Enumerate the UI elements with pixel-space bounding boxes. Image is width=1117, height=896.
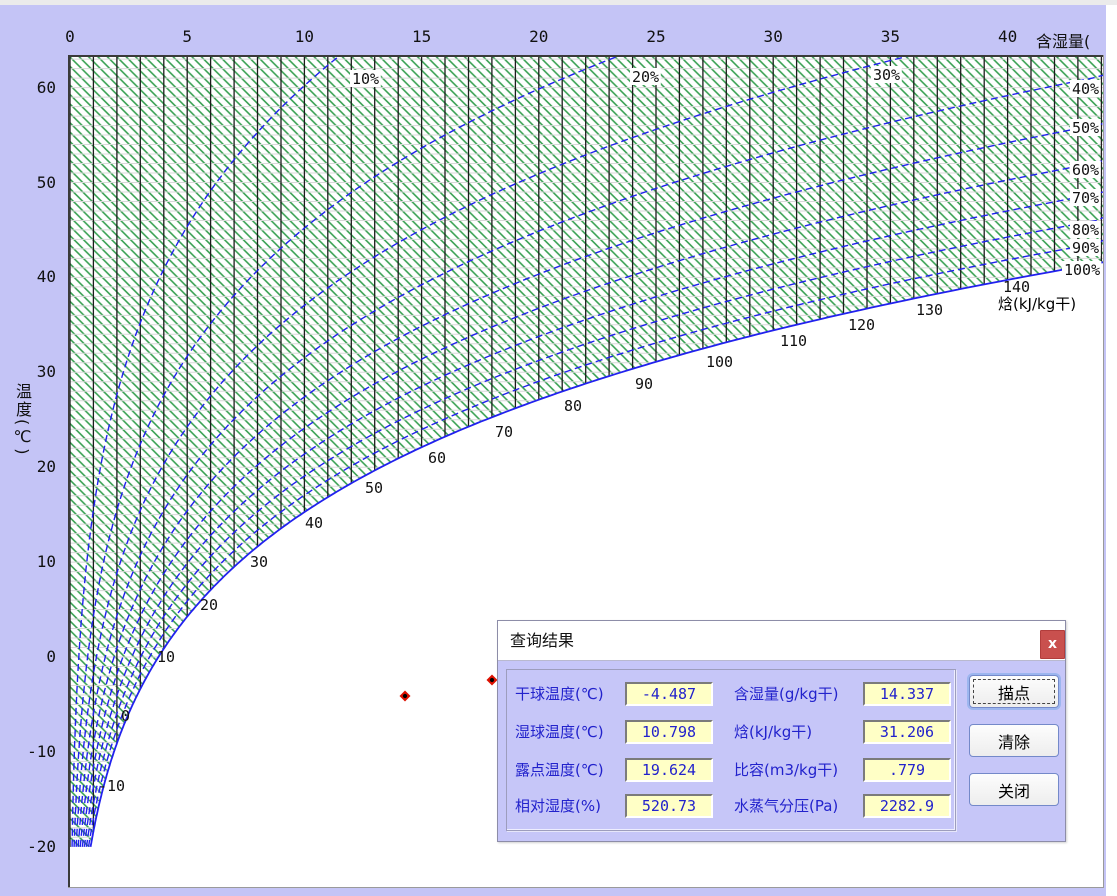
- close-button[interactable]: 关闭: [969, 773, 1059, 806]
- y-tick-label: 20: [4, 457, 56, 476]
- enthalpy-label: 70: [495, 423, 513, 441]
- value-dry-bulb[interactable]: -4.487: [625, 682, 713, 706]
- psychrometric-app-window: { "window": { "background_color": "#c4c4…: [0, 0, 1117, 896]
- rh-label: 80%: [1072, 221, 1099, 239]
- value-relative-humidity[interactable]: 520.73: [625, 794, 713, 818]
- y-tick-label: 40: [4, 267, 56, 286]
- label-vapor-pressure: 水蒸气分压(Pa): [734, 794, 838, 818]
- value-dew-point[interactable]: 19.624: [625, 758, 713, 782]
- enthalpy-label: 100: [706, 353, 733, 371]
- plotted-point-marker: [400, 691, 411, 702]
- enthalpy-label: 20: [200, 596, 218, 614]
- x-axis-header: 含湿量( 0 5 10 15 20 25 30 35 40: [0, 5, 1106, 55]
- close-icon[interactable]: x: [1040, 630, 1065, 659]
- x-tick-label: 20: [529, 27, 548, 46]
- rh-label: 10%: [352, 70, 379, 88]
- x-tick-label: 10: [295, 27, 314, 46]
- enthalpy-label: 30: [250, 553, 268, 571]
- value-vapor-pressure[interactable]: 2282.9: [863, 794, 951, 818]
- x-tick-label: 5: [182, 27, 192, 46]
- enthalpy-label: 50: [365, 479, 383, 497]
- value-enthalpy[interactable]: 31.206: [863, 720, 951, 744]
- x-axis-title: 含湿量(: [1036, 28, 1090, 52]
- dialog-title: 查询结果: [510, 621, 574, 660]
- label-wet-bulb: 湿球温度(℃): [515, 720, 604, 744]
- enthalpy-label: 110: [780, 332, 807, 350]
- enthalpy-label: 140: [1003, 278, 1030, 296]
- rh-label: 100%: [1064, 261, 1100, 279]
- enthalpy-axis-label: 焓(kJ/kg干): [998, 295, 1076, 313]
- value-wet-bulb[interactable]: 10.798: [625, 720, 713, 744]
- x-tick-label: 30: [764, 27, 783, 46]
- enthalpy-label: -10: [98, 777, 125, 795]
- clear-button[interactable]: 清除: [969, 724, 1059, 757]
- value-specific-volume[interactable]: .779: [863, 758, 951, 782]
- rh-label: 70%: [1072, 189, 1099, 207]
- x-tick-label: 35: [881, 27, 900, 46]
- x-tick-label: 0: [65, 27, 75, 46]
- plot-point-button[interactable]: 描点: [969, 675, 1059, 708]
- y-tick-label: -20: [4, 837, 56, 856]
- enthalpy-label: 10: [157, 648, 175, 666]
- query-result-dialog: 查询结果 x 干球温度(℃) -4.487 湿球温度(℃) 10.798 露点温…: [497, 620, 1066, 842]
- dialog-titlebar[interactable]: 查询结果 x: [498, 621, 1065, 661]
- y-axis-title: 温度(℃): [10, 383, 34, 456]
- plotted-point-marker: [487, 675, 498, 686]
- enthalpy-label: 90: [635, 375, 653, 393]
- label-dew-point: 露点温度(℃): [515, 758, 604, 782]
- label-dry-bulb: 干球温度(℃): [515, 682, 604, 706]
- rh-label: 30%: [873, 66, 900, 84]
- enthalpy-label: 0: [121, 707, 130, 725]
- x-tick-label: 25: [646, 27, 665, 46]
- rh-label: 90%: [1072, 239, 1099, 257]
- y-tick-label: 10: [4, 552, 56, 571]
- rh-label: 40%: [1072, 80, 1099, 98]
- y-tick-label: -10: [4, 742, 56, 761]
- rh-label: 50%: [1072, 119, 1099, 137]
- label-enthalpy: 焓(kJ/kg干): [734, 720, 812, 744]
- enthalpy-label: 80: [564, 397, 582, 415]
- value-moisture-content[interactable]: 14.337: [863, 682, 951, 706]
- rh-label: 60%: [1072, 161, 1099, 179]
- enthalpy-label: 130: [916, 301, 943, 319]
- enthalpy-label: 120: [848, 316, 875, 334]
- y-tick-label: 30: [4, 362, 56, 381]
- y-tick-label: 50: [4, 173, 56, 192]
- label-relative-humidity: 相对湿度(%): [515, 794, 601, 818]
- enthalpy-label: 60: [428, 449, 446, 467]
- y-tick-label: 60: [4, 78, 56, 97]
- rh-label: 20%: [632, 68, 659, 86]
- label-specific-volume: 比容(m3/kg干): [734, 758, 838, 782]
- x-tick-label: 40: [998, 27, 1017, 46]
- result-fieldset: 干球温度(℃) -4.487 湿球温度(℃) 10.798 露点温度(℃) 19…: [506, 669, 956, 831]
- x-tick-label: 15: [412, 27, 431, 46]
- window-right-margin: [1106, 5, 1117, 896]
- enthalpy-label: 40: [305, 514, 323, 532]
- y-tick-label: 0: [4, 647, 56, 666]
- label-moisture-content: 含湿量(g/kg干): [734, 682, 839, 706]
